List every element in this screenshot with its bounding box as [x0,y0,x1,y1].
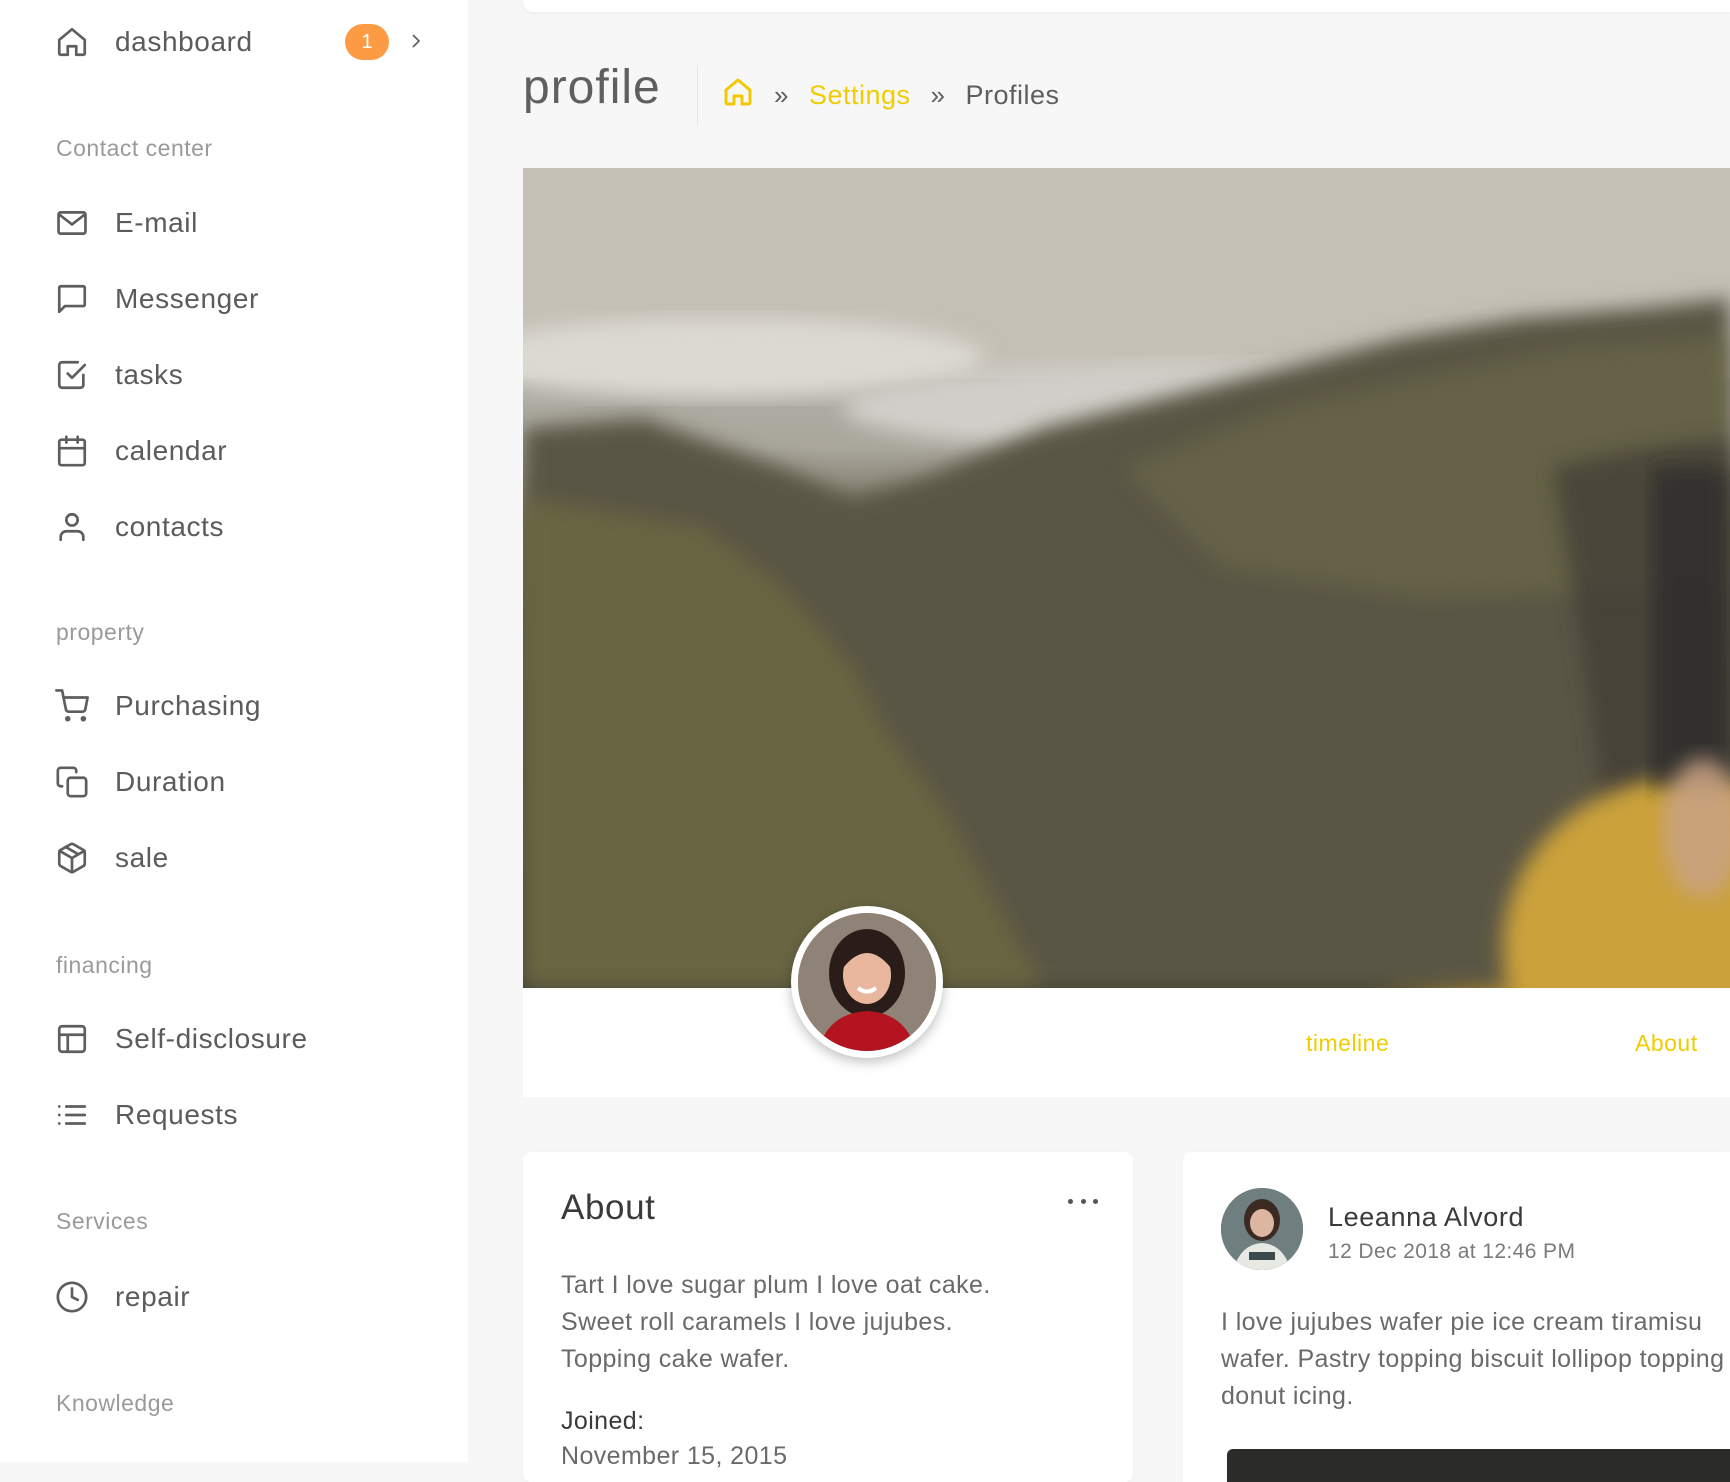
sidebar-item-label: Duration [115,766,226,797]
breadcrumb-separator: » [774,80,789,110]
post-image[interactable] [1227,1449,1730,1482]
breadcrumb-current: Profiles [965,80,1060,110]
section-title-contact-center: Contact center [56,135,213,161]
sidebar-item-label: tasks [115,359,184,390]
mail-icon [54,205,90,241]
sidebar-item-label: dashboard [115,26,253,57]
sidebar-item-repair[interactable]: repair [54,1277,190,1317]
tab-about[interactable]: About [1635,1030,1698,1057]
check-square-icon [54,357,90,393]
profile-tabs-bar [523,988,1730,1097]
sidebar-item-calendar[interactable]: calendar [54,431,227,471]
section-title-financing: financing [56,952,153,978]
section-title-property: property [56,619,145,645]
cover-photo [523,168,1730,988]
about-description: Tart I love sugar plum I love oat cake. … [561,1267,1081,1378]
sidebar-item-label: Purchasing [115,690,262,721]
title-divider [697,65,698,125]
breadcrumb-link-settings[interactable]: Settings [809,80,911,111]
sidebar: dashboard 1 Contact center E-mail Messen… [0,0,468,1462]
post-line: I love jujubes wafer pie ice cream tiram… [1221,1308,1703,1336]
tab-timeline[interactable]: timeline [1306,1030,1389,1057]
message-square-icon [54,281,90,317]
profile-avatar-image [798,913,936,1051]
about-line: Sweet roll caramels I love jujubes. [561,1308,953,1336]
sidebar-item-label: calendar [115,435,228,466]
section-title-knowledge: Knowledge [56,1390,175,1416]
sidebar-item-self-disclosure[interactable]: Self-disclosure [54,1019,308,1059]
sidebar-item-dashboard[interactable]: dashboard [54,22,253,62]
sidebar-item-duration[interactable]: Duration [54,762,226,802]
sidebar-item-email[interactable]: E-mail [54,203,198,243]
clock-icon [54,1279,90,1315]
list-icon [54,1097,90,1133]
post-author-avatar[interactable] [1221,1188,1303,1270]
sidebar-item-label: sale [115,842,169,873]
breadcrumb-home-icon[interactable] [722,76,754,115]
sidebar-item-sale[interactable]: sale [54,838,169,878]
more-horizontal-icon[interactable] [1068,1194,1098,1208]
notification-badge: 1 [345,24,389,60]
post-line: wafer. Pastry topping biscuit lollipop t… [1221,1345,1725,1373]
breadcrumb: » Settings » Profiles [722,76,1060,115]
post-body: I love jujubes wafer pie ice cream tiram… [1221,1304,1730,1415]
user-icon [54,509,90,545]
shopping-cart-icon [54,688,90,724]
about-line: Topping cake wafer. [561,1345,790,1373]
post-line: donut icing. [1221,1382,1354,1410]
about-line: Tart I love sugar plum I love oat cake. [561,1271,991,1299]
post-card: Leeanna Alvord 12 Dec 2018 at 12:46 PM I… [1183,1152,1730,1482]
sidebar-item-contacts[interactable]: contacts [54,507,224,547]
chevron-right-icon[interactable] [404,26,428,56]
joined-label: Joined: [561,1407,645,1435]
sidebar-item-label: repair [115,1281,191,1312]
sidebar-item-label: Requests [115,1099,239,1130]
post-card-content: Leeanna Alvord 12 Dec 2018 at 12:46 PM I… [1183,1152,1730,1482]
sidebar-item-requests[interactable]: Requests [54,1095,238,1135]
sidebar-item-label: Self-disclosure [115,1023,308,1054]
layout-icon [54,1021,90,1057]
top-navbar [523,0,1730,12]
sidebar-item-purchasing[interactable]: Purchasing [54,686,261,726]
cover-landscape-image [523,168,1730,988]
joined-date: November 15, 2015 [561,1442,788,1470]
home-icon [54,24,90,60]
about-card-title: About [561,1188,656,1227]
sidebar-item-tasks[interactable]: tasks [54,355,183,395]
breadcrumb-separator: » [930,80,946,110]
sidebar-item-messenger[interactable]: Messenger [54,279,259,319]
calendar-icon [54,433,90,469]
about-card: About Tart I love sugar plum I love oat … [523,1152,1133,1482]
sidebar-item-label: E-mail [115,207,198,238]
page-title: profile [523,61,661,114]
sidebar-item-label: Messenger [115,283,259,314]
box-icon [54,840,90,876]
post-author-name[interactable]: Leeanna Alvord [1328,1202,1524,1233]
section-title-services: Services [56,1208,149,1234]
sidebar-item-label: contacts [115,511,225,542]
post-timestamp: 12 Dec 2018 at 12:46 PM [1328,1240,1576,1263]
profile-avatar[interactable] [791,906,943,1058]
copy-icon [54,764,90,800]
